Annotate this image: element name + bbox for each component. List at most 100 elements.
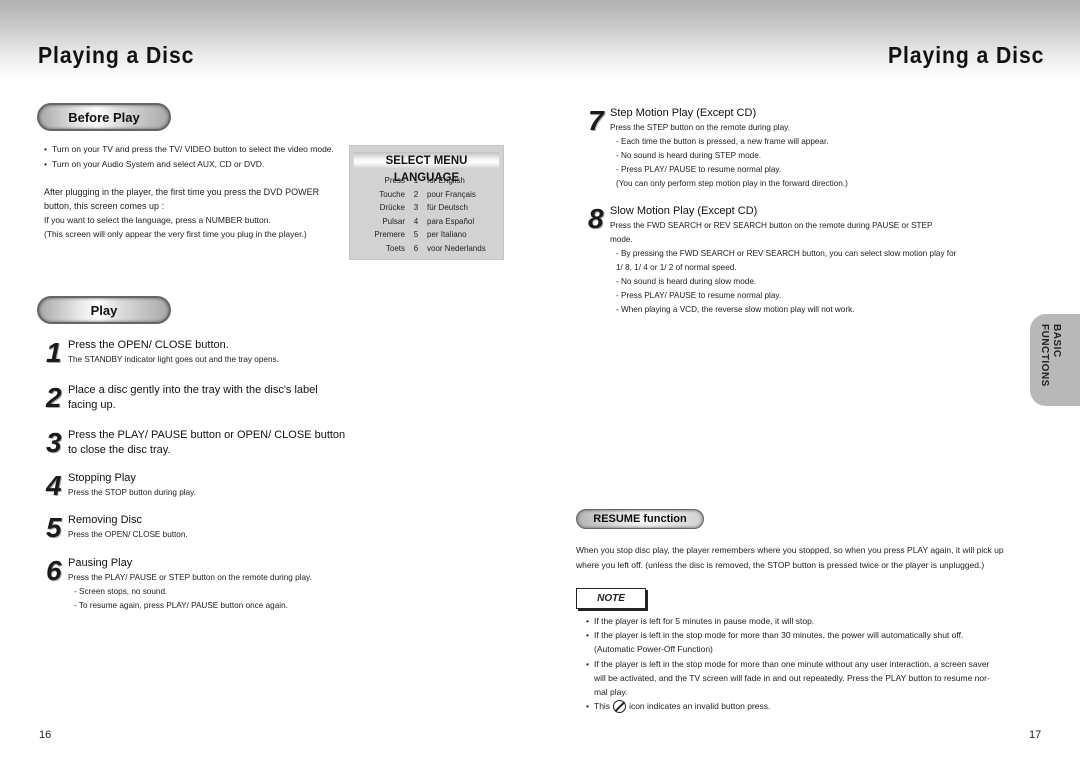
bullet-item: Turn on your Audio System and select AUX… (44, 157, 334, 172)
step-body-line: - When playing a VCD, the reverse slow m… (616, 305, 855, 314)
language-verb: Premere (374, 230, 405, 239)
note-line: If the player is left in the stop mode f… (594, 658, 990, 669)
step-heading: Pausing Play (68, 556, 132, 571)
language-verb: Press (384, 176, 405, 185)
language-name: für Deutsch (427, 203, 468, 212)
intro-line: If you want to select the language, pres… (44, 215, 271, 225)
language-option-row: Drücke 3 für Deutsch (350, 201, 503, 215)
resume-line: When you stop disc play, the player reme… (576, 545, 1004, 555)
step-heading: Slow Motion Play (Except CD) (610, 204, 757, 219)
language-name: for English (427, 176, 465, 185)
language-number: 5 (413, 230, 419, 239)
step-number: 2 (46, 382, 62, 413)
note-label: NOTE (576, 588, 646, 609)
note-line: mal play. (594, 687, 628, 698)
note-line: (Automatic Power-Off Function) (594, 644, 713, 655)
step-heading: Step Motion Play (Except CD) (610, 106, 756, 121)
step-body-line: - Press PLAY/ PAUSE to resume normal pla… (616, 291, 782, 300)
language-verb: Pulsar (382, 216, 405, 226)
page-title-right: Playing a Disc (888, 42, 1045, 68)
language-number: 1 (413, 176, 419, 185)
language-number: 6 (413, 243, 419, 253)
step-body: Press the STEP button on the remote duri… (610, 121, 848, 191)
language-menu-screen: SELECT MENU LANGUAGE Press 1 for English To… (349, 145, 504, 260)
step-heading-line: Stopping Play (68, 472, 136, 484)
step-number: 3 (46, 427, 62, 458)
step-number: 7 (588, 105, 604, 136)
step-heading-line: Removing Disc (68, 514, 142, 526)
step-body-line: Press the STOP button during play. (68, 488, 196, 497)
play-heading: Play (37, 296, 171, 324)
step-body-line: - No sound is heard during STEP mode. (616, 151, 762, 160)
step-body-line: Press the STEP button on the remote duri… (610, 123, 790, 132)
step-heading: Press the OPEN/ CLOSE button. (68, 338, 229, 353)
language-verb: Drücke (379, 203, 405, 212)
intro-line: After plugging in the player, the first … (44, 187, 320, 197)
note-item: This icon indicates an invalid button pre… (586, 699, 990, 713)
step-heading-line: Place a disc gently into the tray with t… (68, 384, 318, 396)
intro-line: (This screen will only appear the very f… (44, 229, 307, 239)
language-option-row: Pulsar 4 para Español (350, 215, 503, 229)
step-heading-line: Step Motion Play (Except CD) (610, 107, 757, 119)
step-body-line: - To resume again, press PLAY/ PAUSE but… (74, 601, 288, 610)
step-body-line: (You can only perform step motion play i… (616, 179, 848, 188)
note-item: If the player is left for 5 minutes in p… (586, 614, 990, 628)
step-number: 6 (46, 555, 62, 586)
step-body-line: - Screen stops, no sound. (74, 587, 168, 596)
intro-line: button, this screen comes up : (44, 201, 165, 211)
language-verb: Toets (385, 243, 405, 253)
language-number: 4 (413, 216, 419, 226)
step-body-line: - By pressing the FWD SEARCH or REV SEAR… (616, 249, 957, 258)
language-menu-title: SELECT MENU LANGUAGE (353, 152, 500, 184)
step-body-line: - Each time the button is pressed, a new… (616, 137, 829, 146)
step-body-line: mode. (610, 235, 633, 244)
language-number: 3 (413, 203, 419, 212)
note-text: This (594, 701, 611, 712)
note-item: If the player is left in the stop mode f… (586, 628, 990, 656)
step-heading-line: Slow Motion Play (Except CD) (610, 205, 758, 217)
step-body-line: - Press PLAY/ PAUSE to resume normal pla… (616, 165, 782, 174)
step-number: 8 (588, 203, 604, 234)
step-body-line: Press the OPEN/ CLOSE button. (68, 530, 188, 539)
step-heading-line: Press the PLAY/ PAUSE button or OPEN/ CL… (68, 429, 346, 441)
resume-function-heading: RESUME function (576, 509, 704, 529)
side-tab-label: BASIC FUNCTIONS (1039, 324, 1062, 387)
language-number: 2 (413, 189, 419, 199)
step-heading: Place a disc gently into the tray with t… (68, 383, 318, 413)
note-line: If the player is left for 5 minutes in p… (594, 616, 815, 626)
step-number: 5 (46, 512, 62, 543)
step-body-line: - No sound is heard during slow mode. (616, 277, 757, 286)
page-number-right: 17 (1029, 729, 1042, 741)
step-body: The STANDBY indicator light goes out and… (68, 353, 279, 367)
invalid-button-icon (613, 700, 627, 714)
resume-description: When you stop disc play, the player reme… (576, 543, 1004, 573)
step-heading-line: Pausing Play (68, 557, 133, 569)
language-verb: Touche (379, 189, 405, 199)
step-body: Press the FWD SEARCH or REV SEARCH butto… (610, 219, 956, 317)
language-option-row: Press 1 for English (350, 174, 503, 188)
step-body-line: Press the PLAY/ PAUSE or STEP button on … (68, 573, 312, 582)
step-body: Press the OPEN/ CLOSE button. (68, 528, 188, 542)
bullet-item: Turn on your TV and press the TV/ VIDEO … (44, 142, 334, 157)
step-heading-line: to close the disc tray. (68, 444, 171, 456)
language-name: pour Français (427, 189, 476, 199)
note-line: will be activated, and the TV screen wil… (594, 672, 990, 683)
step-body: Press the STOP button during play. (68, 486, 196, 500)
note-line: If the player is left in the stop mode f… (594, 630, 964, 641)
step-body-line: 1/ 8, 1/ 4 or 1/ 2 of normal speed. (616, 263, 737, 272)
step-body-line: The STANDBY indicator light goes out and… (68, 355, 279, 364)
basic-functions-tab[interactable]: BASIC FUNCTIONS (1030, 314, 1080, 406)
before-play-heading: Before Play (37, 103, 171, 131)
step-number: 1 (46, 337, 62, 368)
before-play-bullets: Turn on your TV and press the TV/ VIDEO … (44, 142, 334, 172)
page-number-left: 16 (39, 729, 52, 741)
language-name: para Español (427, 216, 475, 226)
language-option-row: Toets 6 voor Nederlands (350, 242, 503, 256)
language-menu-rows: Press 1 for English Touche 2 pour Français Drü… (350, 174, 503, 255)
step-heading: Stopping Play (68, 471, 136, 486)
step-body-line: Press the FWD SEARCH or REV SEARCH butto… (610, 221, 933, 230)
before-play-intro: After plugging in the player, the first … (44, 185, 344, 241)
step-heading: Removing Disc (68, 513, 142, 528)
language-option-row: Premere 5 per Italiano (350, 228, 503, 242)
note-text: icon indicates an invalid button press. (629, 701, 771, 712)
